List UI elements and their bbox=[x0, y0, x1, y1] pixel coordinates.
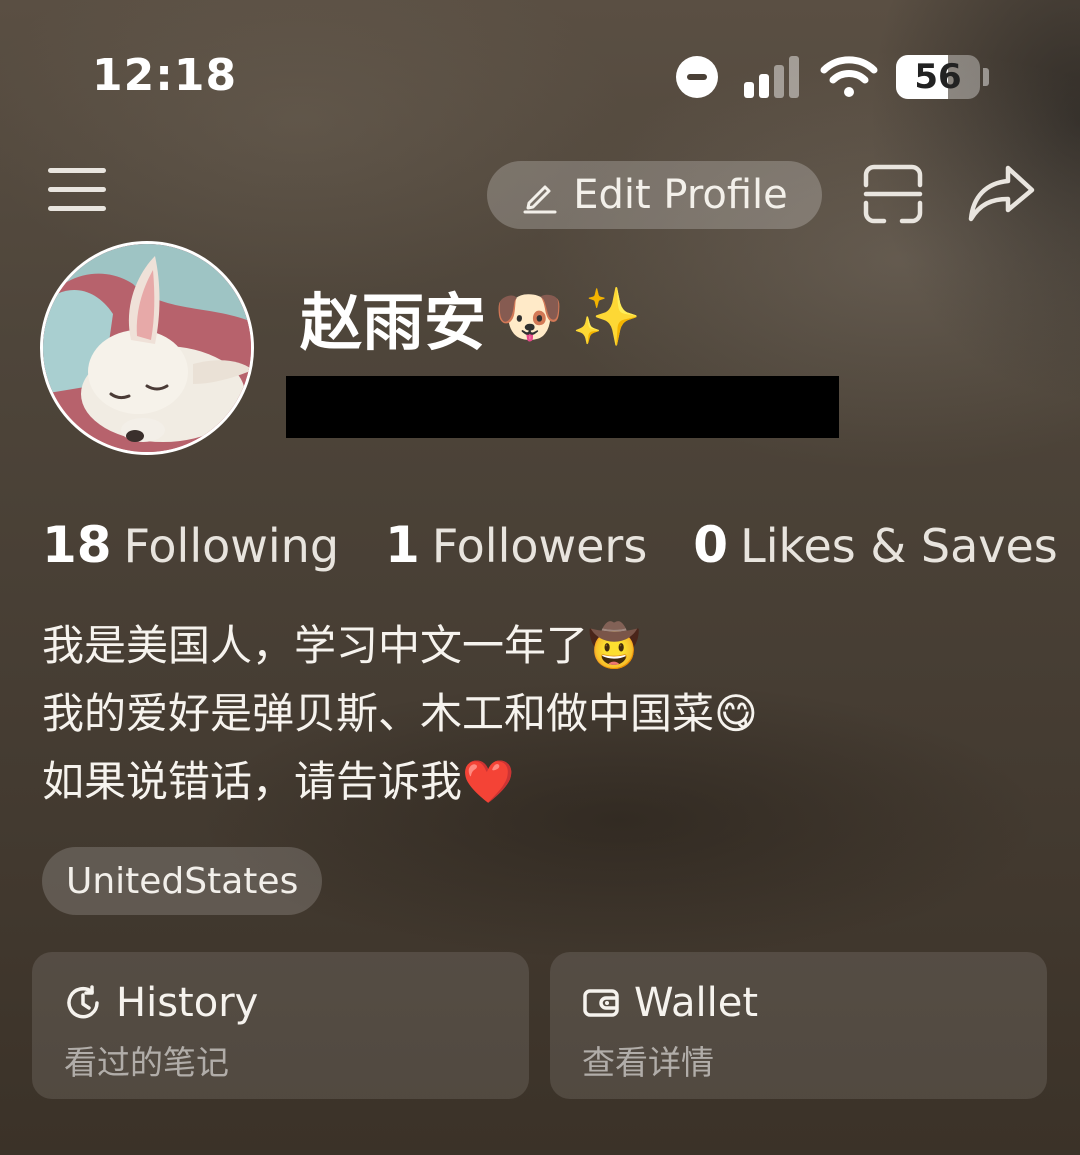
profile-bio: 我是美国人，学习中文一年了🤠 我的爱好是弹贝斯、木工和做中国菜😋 如果说错话，请… bbox=[42, 612, 758, 816]
status-time: 12:18 bbox=[92, 50, 238, 101]
profile-stats: 18 Following 1 Followers 0 Likes & Saves bbox=[42, 516, 1058, 574]
battery-level: 56 bbox=[914, 57, 962, 97]
pencil-icon bbox=[523, 185, 557, 214]
bio-line: 我是美国人，学习中文一年了🤠 bbox=[42, 621, 641, 670]
edit-profile-button[interactable]: Edit Profile bbox=[487, 161, 822, 229]
sparkles-emoji: ✨ bbox=[571, 285, 642, 350]
wallet-icon bbox=[583, 989, 619, 1017]
scan-icon[interactable] bbox=[862, 163, 924, 225]
dog-photo bbox=[43, 244, 251, 452]
history-title: History bbox=[116, 980, 259, 1026]
history-subtitle: 看过的笔记 bbox=[64, 1043, 229, 1082]
edit-profile-label: Edit Profile bbox=[573, 172, 788, 218]
hamburger-menu-icon[interactable] bbox=[48, 166, 108, 214]
do-not-disturb-icon bbox=[676, 56, 718, 98]
wallet-card[interactable]: Wallet 查看详情 bbox=[550, 952, 1047, 1099]
bio-line: 我的爱好是弹贝斯、木工和做中国菜😋 bbox=[42, 689, 758, 738]
cellular-signal-icon bbox=[744, 56, 804, 98]
likes-saves-count: 0 bbox=[693, 516, 729, 574]
battery-indicator: 56 bbox=[896, 55, 980, 99]
redacted-id bbox=[286, 376, 839, 438]
dog-avatar[interactable] bbox=[40, 241, 254, 455]
share-icon[interactable] bbox=[966, 162, 1036, 224]
stat-following[interactable]: 18 Following bbox=[42, 516, 339, 574]
following-count: 18 bbox=[42, 516, 112, 574]
stat-followers[interactable]: 1 Followers bbox=[385, 516, 647, 574]
followers-label: Followers bbox=[431, 519, 648, 573]
dog-face-emoji: 🐶 bbox=[494, 285, 564, 350]
history-clock-icon bbox=[67, 985, 99, 1019]
following-label: Following bbox=[123, 519, 340, 573]
profile-name-row: 赵雨安 🐶 ✨ bbox=[300, 272, 641, 362]
bio-line: 如果说错话，请告诉我❤️ bbox=[42, 757, 515, 806]
history-card[interactable]: History 看过的笔记 bbox=[32, 952, 529, 1099]
wallet-subtitle: 查看详情 bbox=[582, 1043, 714, 1082]
stat-likes-saves[interactable]: 0 Likes & Saves bbox=[693, 516, 1057, 574]
wifi-icon bbox=[820, 56, 878, 97]
wallet-title: Wallet bbox=[634, 980, 759, 1026]
followers-count: 1 bbox=[385, 516, 420, 574]
location-tag[interactable]: UnitedStates bbox=[42, 847, 323, 915]
likes-saves-label: Likes & Saves bbox=[740, 519, 1058, 573]
profile-name: 赵雨安 bbox=[300, 286, 487, 359]
battery-cap bbox=[983, 68, 989, 86]
